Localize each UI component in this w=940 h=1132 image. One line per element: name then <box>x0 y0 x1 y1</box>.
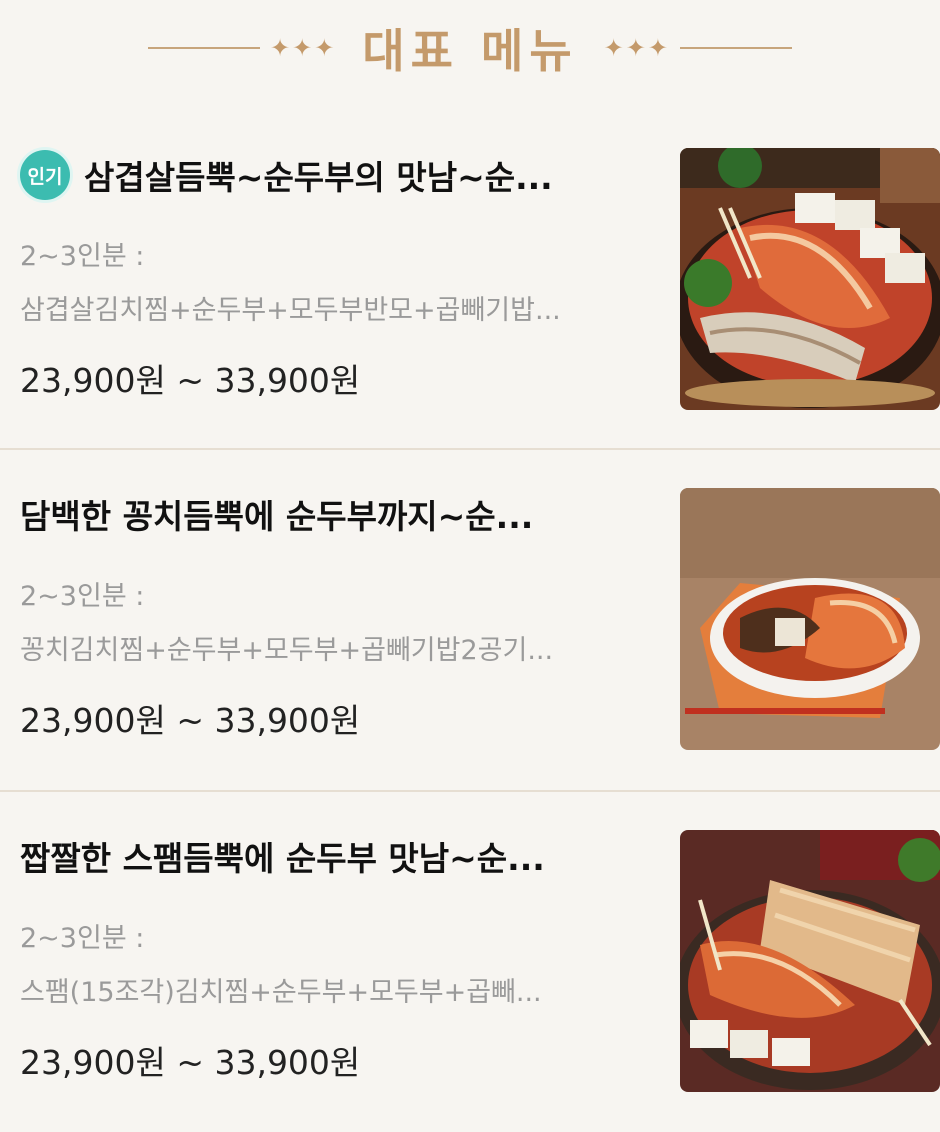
diamond-ornament-icon: ✦✦✦ <box>270 33 337 62</box>
menu-item-title: 담백한 꽁치듬뿍에 순두부까지~순... <box>20 497 534 536</box>
menu-item[interactable]: 인기 삼겹살듬뿍~순두부의 맛남~순... 2~3인분 : 삼겹살김치찜+순두부… <box>0 110 940 450</box>
menu-item-price: 23,900원 ~ 33,900원 <box>20 701 361 740</box>
menu-item-serving: 2~3인분 : <box>20 923 145 954</box>
menu-item[interactable]: 담백한 꽁치듬뿍에 순두부까지~순... 2~3인분 : 꽁치김치찜+순두부+모… <box>0 450 940 792</box>
pork-kimchi-stew-photo <box>680 148 940 410</box>
header-line-left <box>148 46 261 49</box>
spam-kimchi-stew-photo <box>680 830 940 1092</box>
section-title: 대표 메뉴 <box>362 23 578 78</box>
menu-item-price: 23,900원 ~ 33,900원 <box>20 361 361 400</box>
menu-item-title: 짭짤한 스팸듬뿍에 순두부 맛남~순... <box>20 839 545 878</box>
menu-item-title: 삼겹살듬뿍~순두부의 맛남~순... <box>84 158 553 197</box>
menu-item-title-row: 인기 삼겹살듬뿍~순두부의 맛남~순... <box>20 150 660 200</box>
section-header: ✦✦✦ 대표 메뉴 ✦✦✦ <box>0 0 940 95</box>
menu-item-description: 삼겹살김치찜+순두부+모두부반모+곱빼기밥... <box>20 295 561 326</box>
menu-item-serving: 2~3인분 : <box>20 241 145 272</box>
menu-item-title-row: 짭짤한 스팸듬뿍에 순두부 맛남~순... <box>20 832 660 880</box>
diamond-ornament-icon: ✦✦✦ <box>603 33 670 62</box>
saury-kimchi-stew-photo <box>680 488 940 750</box>
menu-item[interactable]: 짭짤한 스팸듬뿍에 순두부 맛남~순... 2~3인분 : 스팸(15조각)김치… <box>0 792 940 1132</box>
menu-item-description: 스팸(15조각)김치찜+순두부+모두부+곱빼... <box>20 977 542 1008</box>
menu-item-description: 꽁치김치찜+순두부+모두부+곱빼기밥2공기... <box>20 635 554 666</box>
header-line-right <box>679 46 792 49</box>
menu-list: 인기 삼겹살듬뿍~순두부의 맛남~순... 2~3인분 : 삼겹살김치찜+순두부… <box>0 110 940 1132</box>
menu-item-title-row: 담백한 꽁치듬뿍에 순두부까지~순... <box>20 490 660 538</box>
menu-item-price: 23,900원 ~ 33,900원 <box>20 1043 361 1082</box>
popular-badge: 인기 <box>20 150 70 200</box>
menu-item-serving: 2~3인분 : <box>20 581 145 612</box>
